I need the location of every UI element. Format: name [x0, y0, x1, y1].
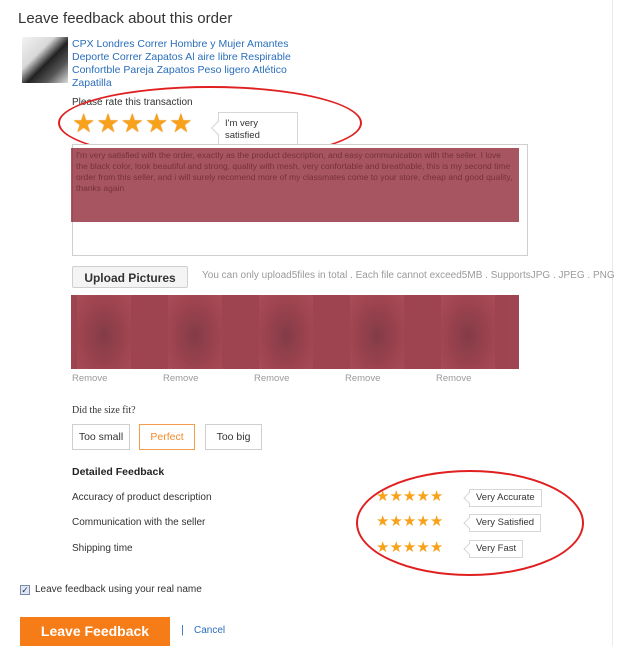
- accuracy-label: Accuracy of product description: [72, 492, 212, 503]
- leave-feedback-button[interactable]: Leave Feedback: [20, 617, 170, 646]
- remove-photo-link[interactable]: Remove: [72, 373, 107, 384]
- detailed-feedback-title: Detailed Feedback: [72, 466, 165, 478]
- shipping-label: Shipping time: [72, 543, 133, 554]
- cancel-link[interactable]: Cancel: [194, 625, 225, 636]
- remove-photo-link[interactable]: Remove: [163, 373, 198, 384]
- uploaded-photo: [441, 295, 495, 369]
- size-too-big-button[interactable]: Too big: [205, 424, 262, 450]
- remove-photo-link[interactable]: Remove: [254, 373, 289, 384]
- remove-photo-link[interactable]: Remove: [345, 373, 380, 384]
- size-too-small-button[interactable]: Too small: [72, 424, 130, 450]
- page-title: Leave feedback about this order: [18, 10, 233, 27]
- panel-divider: [612, 0, 613, 646]
- uploaded-photos: [71, 295, 519, 369]
- checkmark-icon: ✓: [21, 585, 29, 595]
- uploaded-photo: [168, 295, 222, 369]
- uploaded-photo: [350, 295, 404, 369]
- review-text: I'm very satisfied with the order, exact…: [76, 150, 513, 193]
- uploaded-photo: [259, 295, 313, 369]
- size-fit-question: Did the size fit?: [72, 405, 136, 416]
- highlight-ellipse-detailed: [356, 470, 584, 576]
- size-perfect-button[interactable]: Perfect: [139, 424, 195, 450]
- uploaded-photo: [77, 295, 131, 369]
- upload-pictures-button[interactable]: Upload Pictures: [72, 266, 188, 288]
- action-separator: |: [181, 624, 184, 636]
- real-name-label[interactable]: Leave feedback using your real name: [35, 584, 202, 595]
- communication-label: Communication with the seller: [72, 517, 206, 528]
- remove-photo-link[interactable]: Remove: [436, 373, 471, 384]
- product-link[interactable]: CPX Londres Correr Hombre y Mujer Amante…: [72, 38, 302, 90]
- upload-note: You can only upload5files in total . Eac…: [202, 270, 615, 281]
- real-name-checkbox[interactable]: ✓: [20, 585, 30, 595]
- product-thumbnail[interactable]: [22, 37, 68, 83]
